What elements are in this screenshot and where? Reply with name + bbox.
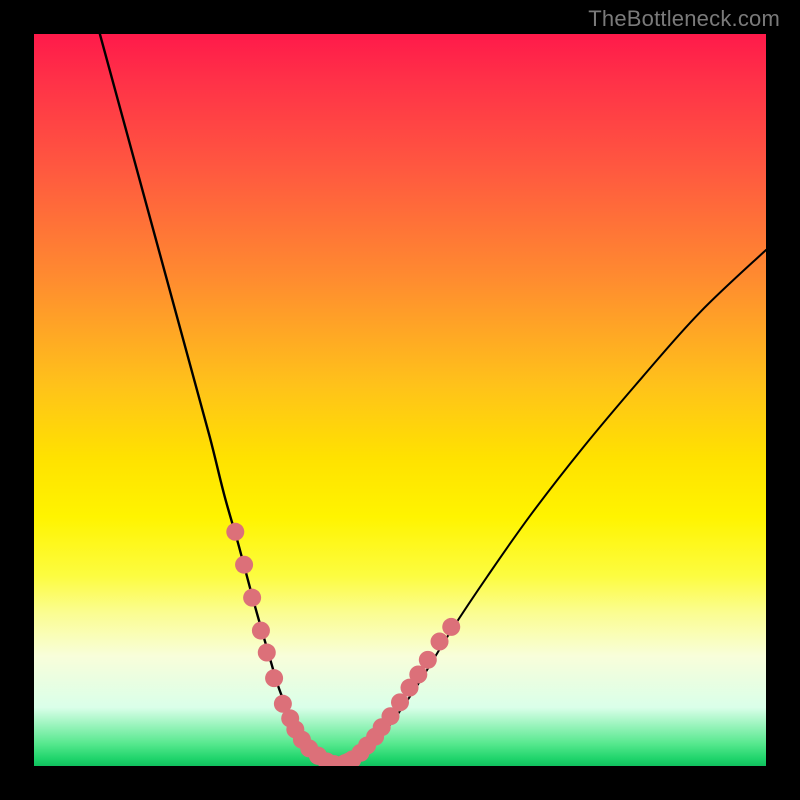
bead-marker bbox=[442, 618, 460, 636]
bead-marker bbox=[258, 644, 276, 662]
chart-svg bbox=[34, 34, 766, 766]
left-curve bbox=[100, 34, 342, 765]
bead-marker bbox=[431, 633, 449, 651]
bead-marker bbox=[265, 669, 283, 687]
chart-frame: TheBottleneck.com bbox=[0, 0, 800, 800]
bead-marker bbox=[252, 622, 270, 640]
bead-marker bbox=[226, 523, 244, 541]
bead-marker bbox=[419, 651, 437, 669]
bead-marker bbox=[235, 556, 253, 574]
watermark-label: TheBottleneck.com bbox=[588, 6, 780, 32]
bead-marker bbox=[243, 589, 261, 607]
plot-area bbox=[34, 34, 766, 766]
